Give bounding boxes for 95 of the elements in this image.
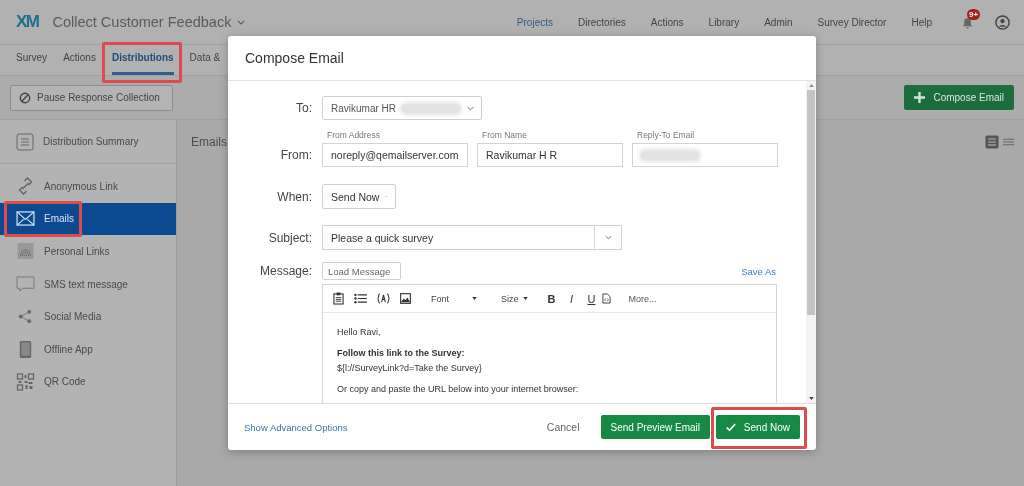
- tab[interactable]: Data &: [189, 45, 221, 75]
- document-icon[interactable]: [601, 293, 611, 304]
- envelope-icon: [16, 211, 35, 227]
- dialog-title: Compose Email: [245, 50, 344, 66]
- more-link[interactable]: More...: [628, 293, 657, 304]
- scroll-up-icon[interactable]: [808, 84, 814, 87]
- qr-code-icon: [16, 372, 35, 391]
- sidebar-label: Social Media: [44, 311, 102, 323]
- message-text: Hello Ravi,: [337, 327, 382, 337]
- field-value: Ravikumar H R: [486, 149, 558, 161]
- message-text: Follow this link to the Survey:: [337, 348, 466, 358]
- dropdown-value: Send Now: [331, 190, 380, 203]
- save-as-link[interactable]: Save As: [741, 265, 776, 277]
- sidebar-label: Distribution Summary: [43, 136, 139, 147]
- format-button[interactable]: B: [541, 292, 562, 305]
- field-value: noreply@qemailserver.com: [331, 149, 459, 161]
- input-field[interactable]: noreply@qemailserver.com: [322, 143, 468, 167]
- caret-icon[interactable]: [237, 19, 246, 25]
- toolbar-dropdown[interactable]: Font: [431, 293, 477, 304]
- input-field[interactable]: [632, 143, 778, 167]
- sidebar-label: QR Code: [44, 376, 86, 388]
- redaction-blur: [641, 150, 699, 160]
- field-value: Please a quick survey: [330, 231, 435, 244]
- scroll-down-icon[interactable]: [808, 397, 814, 400]
- braces-icon[interactable]: [377, 293, 390, 304]
- logo[interactable]: XM: [16, 12, 39, 32]
- field-label: When:: [276, 189, 312, 204]
- tab[interactable]: Actions: [63, 45, 96, 75]
- dropdown-value: Load Message: [328, 265, 391, 277]
- plus-icon: [914, 92, 926, 103]
- recipient-value: Ravikumar HR: [331, 102, 396, 114]
- format-button[interactable]: U: [581, 292, 602, 305]
- project-title[interactable]: Collect Customer Feedback: [52, 14, 232, 30]
- sidebar-label: Anonymous Link: [44, 180, 118, 192]
- sidebar-item[interactable]: Emails: [0, 202, 176, 236]
- field-caption: From Name: [481, 130, 528, 141]
- notification-badge: 9+: [967, 8, 981, 20]
- nav-link[interactable]: Actions: [650, 16, 684, 28]
- scrollbar[interactable]: [806, 81, 816, 403]
- toolbar-dropdown[interactable]: Size: [501, 293, 528, 304]
- field-label: From:: [279, 148, 312, 164]
- card-view-icon[interactable]: [985, 135, 999, 149]
- list-icon: [16, 132, 34, 151]
- nav-link[interactable]: Library: [708, 16, 740, 28]
- field-label: Message:: [258, 264, 312, 278]
- checkmark-icon: [726, 421, 736, 433]
- nav-link[interactable]: Help: [911, 16, 932, 28]
- pause-response-button[interactable]: Pause Response Collection: [10, 84, 173, 111]
- sidebar-label: Emails: [44, 213, 74, 225]
- send-button[interactable]: Send Now: [716, 415, 800, 439]
- field-label: Subject:: [267, 230, 312, 245]
- prohibited-icon: [19, 91, 31, 104]
- sidebar-item[interactable]: Personal Links: [0, 235, 176, 268]
- sidebar-item[interactable]: SMS text message: [0, 267, 176, 301]
- sidebar-item[interactable]: QR Code: [0, 365, 176, 399]
- field-caption: Reply-To Email: [636, 130, 696, 141]
- link-icon: [16, 177, 35, 196]
- field-caption: From Address: [326, 130, 381, 141]
- sidebar-item[interactable]: Distribution Summary: [0, 120, 176, 164]
- sidebar-label: Offline App: [44, 343, 93, 355]
- nav-link[interactable]: Directories: [578, 16, 626, 28]
- message-text: ${l://SurveyLink?d=Take the Survey}: [337, 363, 483, 373]
- sidebar-item[interactable]: Anonymous Link: [0, 170, 176, 203]
- caret-icon: [522, 297, 528, 300]
- nav-link[interactable]: Admin: [764, 16, 793, 28]
- load-message-dropdown[interactable]: Load Message: [322, 262, 401, 280]
- tab[interactable]: Survey: [16, 45, 48, 75]
- format-button[interactable]: I: [561, 292, 582, 305]
- bulleted-list-icon[interactable]: [354, 293, 367, 304]
- image-icon[interactable]: [400, 293, 411, 304]
- advanced-options-link[interactable]: Show Advanced Options: [244, 421, 348, 433]
- caret-icon: [604, 235, 612, 240]
- message-text: Or copy and paste the URL below into your internet browser:: [337, 384, 580, 394]
- sidebar-item[interactable]: Offline App: [0, 332, 176, 366]
- input-field[interactable]: Ravikumar H R: [477, 143, 623, 167]
- sidebar-label: Personal Links: [44, 246, 110, 257]
- compose-email-button[interactable]: Compose Email: [904, 85, 1014, 110]
- caret-icon: [472, 297, 477, 300]
- subject-field[interactable]: Please a quick survey: [322, 225, 622, 250]
- fingerprint-icon: [16, 242, 35, 261]
- nav-link[interactable]: Survey Director: [817, 16, 887, 28]
- nav-link[interactable]: Projects: [516, 16, 553, 28]
- recipient-dropdown[interactable]: Ravikumar HR: [322, 96, 482, 120]
- section-heading: Emails: [191, 135, 227, 149]
- redaction-blur: [402, 103, 460, 113]
- schedule-dropdown[interactable]: Send Now: [322, 184, 396, 209]
- cancel-button[interactable]: Cancel: [546, 421, 580, 433]
- user-avatar-icon[interactable]: [995, 14, 1010, 30]
- sidebar-item[interactable]: Social Media: [0, 300, 176, 333]
- send-button[interactable]: Send Preview Email: [600, 415, 710, 439]
- clipboard-icon[interactable]: [333, 292, 344, 305]
- sidebar-label: SMS text message: [44, 278, 128, 290]
- caret-icon: [467, 105, 474, 111]
- chat-icon: [16, 275, 35, 293]
- field-label: To:: [295, 101, 312, 115]
